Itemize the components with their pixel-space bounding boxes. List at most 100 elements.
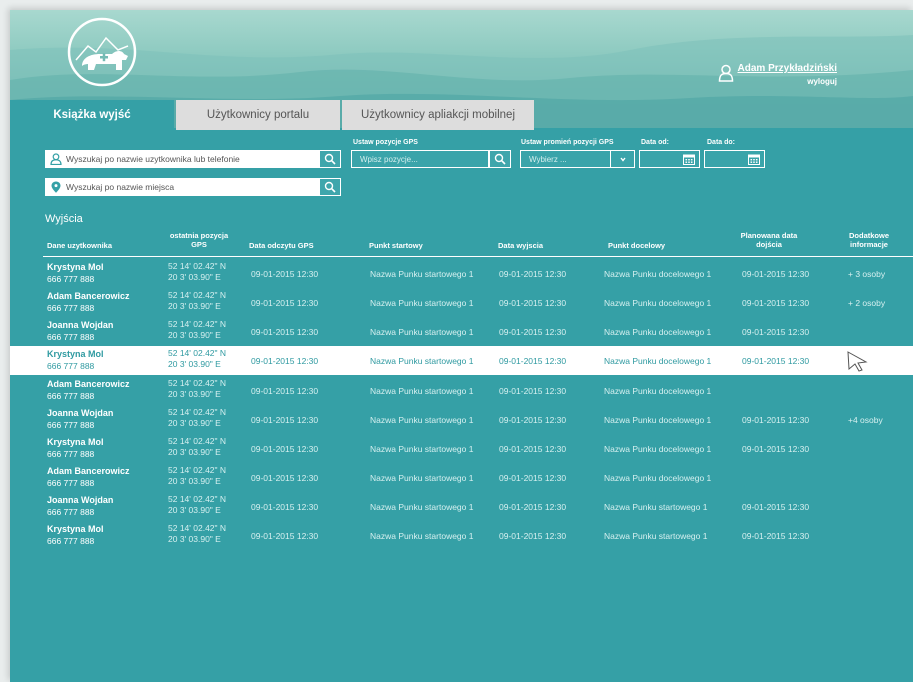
user-name-link[interactable]: Adam Przykładziński xyxy=(734,63,837,74)
table-row[interactable]: Adam Bancerowicz 666 777 888 52 14' 02.42"… xyxy=(10,376,913,405)
start-point: Nazwa Punku startowego 1 xyxy=(370,444,474,454)
place-search-input[interactable]: Wyszukaj po nazwie miejsca xyxy=(66,182,174,192)
user-search-button[interactable] xyxy=(319,150,341,168)
gps-read-date: 09-01-2015 12:30 xyxy=(251,473,319,483)
user-icon xyxy=(718,64,734,82)
table-row[interactable]: Krystyna Mol 666 777 888 52 14' 02.42" N 20… xyxy=(10,521,913,550)
destination-point: Nazwa Punku startowego 1 xyxy=(604,531,708,541)
mouse-cursor-icon xyxy=(847,351,868,372)
gps-latitude: 52 14' 02.42" N xyxy=(168,378,227,388)
column-header-user[interactable]: Dane uzytkownika xyxy=(47,241,112,250)
user-phone: 666 777 888 xyxy=(47,449,95,459)
logout-link[interactable]: wyloguj xyxy=(734,77,837,86)
gps-latitude: 52 14' 02.42" N xyxy=(168,523,227,533)
table-row[interactable]: Adam Bancerowicz 666 777 888 52 14' 02.42"… xyxy=(10,288,913,317)
exit-date: 09-01-2015 12:30 xyxy=(499,298,567,308)
place-search-button[interactable] xyxy=(319,178,341,196)
start-point: Nazwa Punku startowego 1 xyxy=(370,298,474,308)
gps-search-button[interactable] xyxy=(489,150,511,168)
radius-select-placeholder: Wybierz ... xyxy=(529,155,567,164)
table-row[interactable]: Adam Bancerowicz 666 777 888 52 14' 02.42"… xyxy=(10,463,913,492)
start-point: Nazwa Punku startowego 1 xyxy=(370,327,474,337)
user-name: Krystyna Mol xyxy=(47,437,104,447)
tab-mobile-app-users[interactable]: Użytkownicy apliakcji mobilnej xyxy=(342,100,534,130)
column-header-planned-date[interactable]: Planowana data dojścia xyxy=(734,231,804,249)
user-name: Krystyna Mol xyxy=(47,262,104,272)
tab-portal-users[interactable]: Użytkownicy portalu xyxy=(176,100,340,130)
user-phone: 666 777 888 xyxy=(47,303,95,313)
planned-arrival-date: 09-01-2015 12:30 xyxy=(742,298,810,308)
date-to-field[interactable] xyxy=(704,150,765,168)
destination-point: Nazwa Punku docelowego 1 xyxy=(604,269,712,279)
destination-point: Nazwa Punku docelowego 1 xyxy=(604,386,712,396)
calendar-icon[interactable] xyxy=(748,154,760,165)
gps-input[interactable]: Wpisz pozycje... xyxy=(351,150,489,168)
gps-longitude: 20 3' 03.90" E xyxy=(168,389,221,399)
gps-longitude: 20 3' 03.90" E xyxy=(168,418,221,428)
user-phone: 666 777 888 xyxy=(47,391,95,401)
user-phone: 666 777 888 xyxy=(47,274,95,284)
user-phone: 666 777 888 xyxy=(47,536,95,546)
start-point: Nazwa Punku startowego 1 xyxy=(370,473,474,483)
column-header-gps-last[interactable]: ostatnia pozycja GPS xyxy=(166,231,232,249)
column-header-destination[interactable]: Punkt docelowy xyxy=(608,241,665,250)
column-header-gps-read[interactable]: Data odczytu GPS xyxy=(249,241,314,250)
start-point: Nazwa Punku startowego 1 xyxy=(370,269,474,279)
dropdown-toggle[interactable] xyxy=(610,151,634,167)
extra-info: + 3 osoby xyxy=(848,269,886,279)
radius-label: Ustaw promień pozycji GPS xyxy=(521,139,614,146)
table-row[interactable]: Joanna Wojdan 666 777 888 52 14' 02.42" N2… xyxy=(10,405,913,434)
gps-latitude: 52 14' 02.42" N xyxy=(168,261,227,271)
gps-longitude: 20 3' 03.90" E xyxy=(168,534,221,544)
planned-arrival-date: 09-01-2015 12:30 xyxy=(742,444,810,454)
destination-point: Nazwa Punku docelowego 1 xyxy=(604,444,712,454)
app-frame: Adam Przykładziński wyloguj Książka wyjś… xyxy=(10,10,913,682)
gps-longitude: 20 3' 03.90" E xyxy=(168,272,221,282)
tab-exit-book[interactable]: Książka wyjść xyxy=(10,100,174,130)
calendar-icon[interactable] xyxy=(683,154,695,165)
extra-info: + 2 osoby xyxy=(848,298,886,308)
user-search-input[interactable]: Wyszukaj po nazwie uzytkownika lub telef… xyxy=(66,154,240,164)
column-header-extra-info[interactable]: Dodatkowe informacje xyxy=(842,231,896,249)
destination-point: Nazwa Punku docelowego 1 xyxy=(604,473,712,483)
place-search-field[interactable]: Wyszukaj po nazwie miejsca xyxy=(45,178,341,196)
planned-arrival-date: 09-01-2015 12:30 xyxy=(742,356,810,366)
user-search-field[interactable]: Wyszukaj po nazwie uzytkownika lub telef… xyxy=(45,150,341,168)
user-phone: 666 777 888 xyxy=(47,420,95,430)
search-icon xyxy=(494,153,506,165)
column-header-start[interactable]: Punkt startowy xyxy=(369,241,423,250)
search-icon xyxy=(324,153,336,165)
extra-info: +4 osoby xyxy=(848,415,883,425)
gps-read-date: 09-01-2015 12:30 xyxy=(251,298,319,308)
exit-date: 09-01-2015 12:30 xyxy=(499,444,567,454)
bear-logo[interactable] xyxy=(66,16,138,88)
date-from-label: Data od: xyxy=(641,139,669,146)
location-pin-icon xyxy=(51,181,61,193)
destination-point: Nazwa Punku docelowego 1 xyxy=(604,415,712,425)
table-row[interactable]: Krystyna Mol 666 777 888 52 14' 02.42" N 20… xyxy=(10,346,913,375)
destination-point: Nazwa Punku docelowego 1 xyxy=(604,356,712,366)
user-phone: 666 777 888 xyxy=(47,361,95,371)
gps-latitude: 52 14' 02.42" N xyxy=(168,319,227,329)
user-name: Joanna Wojdan xyxy=(47,495,114,505)
user-name: Joanna Wojdan xyxy=(47,320,114,330)
gps-read-date: 09-01-2015 12:30 xyxy=(251,356,319,366)
column-header-exit-date[interactable]: Data wyjscia xyxy=(498,241,543,250)
table-row[interactable]: Krystyna Mol 666 777 888 52 14' 02.42" N 20… xyxy=(10,434,913,463)
gps-longitude: 20 3' 03.90" E xyxy=(168,301,221,311)
gps-longitude: 20 3' 03.90" E xyxy=(168,447,221,457)
planned-arrival-date: 09-01-2015 12:30 xyxy=(742,502,810,512)
user-name: Krystyna Mol xyxy=(47,349,104,359)
gps-read-date: 09-01-2015 12:30 xyxy=(251,444,319,454)
table-row[interactable]: Joanna Wojdan 666 777 888 52 14' 02.42" N2… xyxy=(10,317,913,346)
start-point: Nazwa Punku startowego 1 xyxy=(370,386,474,396)
destination-point: Nazwa Punku docelowego 1 xyxy=(604,327,712,337)
user-name: Adam Bancerowicz xyxy=(47,466,130,476)
gps-read-date: 09-01-2015 12:30 xyxy=(251,327,319,337)
table-row[interactable]: Joanna Wojdan 666 777 888 52 14' 02.42" N2… xyxy=(10,492,913,521)
gps-read-date: 09-01-2015 12:30 xyxy=(251,386,319,396)
date-from-field[interactable] xyxy=(639,150,700,168)
radius-select[interactable]: Wybierz ... xyxy=(520,150,635,168)
table-row[interactable]: Krystyna Mol 666 777 888 52 14' 02.42" N 20… xyxy=(10,259,913,288)
exit-date: 09-01-2015 12:30 xyxy=(499,473,567,483)
